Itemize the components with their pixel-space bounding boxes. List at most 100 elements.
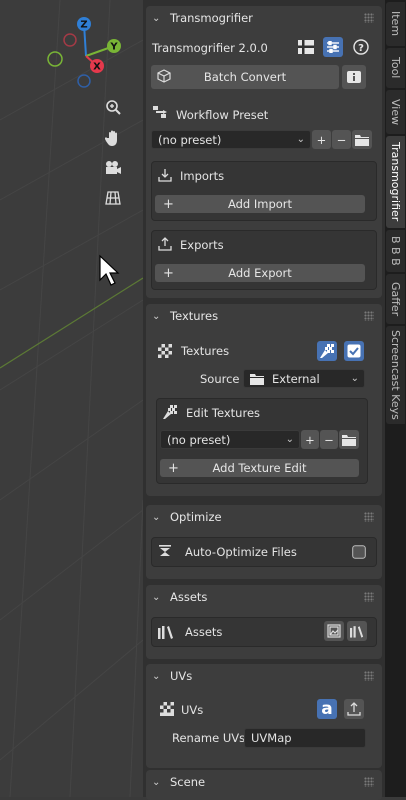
zoom-icon[interactable] [100, 94, 126, 120]
rename-uvs-input[interactable]: UVMap [244, 728, 366, 748]
tab-transmogrifier[interactable]: Transmogrifier [386, 136, 405, 228]
remove-edit-preset-button[interactable]: − [320, 430, 338, 449]
uvs-panel-header[interactable]: ⌄ UVs [146, 664, 382, 688]
transmogrifier-panel: ⌄ Transmogrifier Transmogrifier 2.0.0 ? … [146, 6, 382, 298]
assets-panel: ⌄ Assets Assets [146, 585, 382, 659]
panel-title: Optimize [170, 510, 222, 524]
add-texture-edit-button[interactable]: + Add Texture Edit [160, 459, 359, 477]
plus-icon: + [316, 132, 327, 147]
box-icon [157, 69, 171, 83]
assets-panel-header[interactable]: ⌄ Assets [146, 585, 382, 609]
text-a-icon[interactable]: a [317, 699, 337, 719]
textures-panel: ⌄ Textures Textures Source External ⌄ Ed… [146, 304, 382, 496]
assets-box: Assets [151, 617, 377, 647]
edit-preset-value: (no preset) [167, 432, 231, 447]
upload-icon[interactable] [344, 699, 364, 719]
auto-optimize-box: Auto-Optimize Files [151, 537, 377, 567]
chevron-down-icon: ⌄ [152, 511, 161, 523]
camera-icon[interactable] [100, 155, 126, 181]
asset-library-icon [158, 624, 174, 639]
add-export-button[interactable]: + Add Export [155, 264, 365, 282]
batch-convert-label: Batch Convert [203, 70, 287, 84]
drag-grip-icon[interactable] [364, 592, 374, 602]
grid-icon[interactable] [100, 185, 126, 211]
source-select[interactable]: External ⌄ [243, 369, 365, 388]
uvs-panel: ⌄ UVs UVs a Rename UVs UVMap [146, 664, 382, 768]
rename-uvs-value: UVMap [251, 731, 292, 745]
folder-button[interactable] [352, 130, 372, 149]
folder-icon [342, 434, 356, 446]
drag-grip-icon[interactable] [364, 13, 374, 23]
workflow-icon [153, 106, 169, 120]
texture-brush-icon[interactable] [317, 341, 337, 361]
scene-panel-header[interactable]: ⌄ Scene [146, 770, 382, 794]
export-icon [158, 237, 172, 251]
folder-icon [250, 373, 264, 385]
optimize-icon [159, 545, 171, 557]
tab-view[interactable]: View [386, 90, 405, 134]
sidebar-tabs: Item Tool View Transmogrifier B B B Gaff… [385, 0, 406, 797]
chevron-down-icon: ⌄ [350, 373, 359, 384]
chevron-down-icon: ⌄ [152, 12, 161, 24]
folder-icon [355, 134, 369, 146]
x-axis-line [0, 277, 143, 369]
transmogrifier-panel-header[interactable]: ⌄ Transmogrifier [146, 6, 382, 30]
image-asset-icon[interactable] [324, 621, 344, 641]
edit-textures-preset-select[interactable]: (no preset) ⌄ [160, 430, 300, 449]
textures-label: Textures [181, 344, 230, 358]
workflow-preset-select[interactable]: (no preset) ⌄ [151, 130, 311, 149]
checker-icon [158, 344, 172, 358]
panel-title: Assets [170, 590, 208, 604]
settings-sliders-icon[interactable] [323, 37, 343, 57]
axis-gizmo[interactable]: Z Y X [44, 14, 128, 94]
help-icon[interactable]: ? [351, 37, 371, 57]
panel-title: Transmogrifier [170, 11, 253, 25]
chevron-down-icon: ⌄ [152, 591, 161, 603]
batch-convert-button[interactable]: Batch Convert [151, 65, 339, 89]
edit-textures-box: Edit Textures (no preset) ⌄ + − + Add Te… [156, 398, 368, 484]
tab-gaffer[interactable]: Gaffer [386, 274, 405, 324]
auto-optimize-label: Auto-Optimize Files [185, 545, 297, 559]
3d-viewport[interactable]: Z Y X [0, 0, 143, 797]
asset-library-icon[interactable] [347, 621, 367, 641]
scene-panel: ⌄ Scene [146, 770, 382, 800]
info-button[interactable] [342, 65, 366, 89]
import-icon [158, 168, 172, 182]
hand-icon[interactable] [100, 125, 126, 151]
plus-icon: + [305, 432, 315, 447]
optimize-panel: ⌄ Optimize Auto-Optimize Files [146, 505, 382, 579]
chevron-down-icon: ⌄ [285, 434, 294, 445]
imports-box: Imports + Add Import [151, 161, 377, 221]
tab-tool[interactable]: Tool [386, 48, 405, 88]
optimize-panel-header[interactable]: ⌄ Optimize [146, 505, 382, 529]
add-edit-preset-button[interactable]: + [301, 430, 319, 449]
tab-bbb[interactable]: B B B [386, 230, 405, 272]
auto-optimize-checkbox[interactable] [349, 542, 369, 562]
exports-label: Exports [180, 238, 224, 252]
version-label: Transmogrifier 2.0.0 [152, 41, 268, 55]
uv-checker-icon [160, 702, 174, 716]
add-import-label: Add Import [227, 197, 293, 211]
drag-grip-icon[interactable] [364, 777, 374, 787]
drag-grip-icon[interactable] [364, 512, 374, 522]
add-preset-button[interactable]: + [312, 130, 331, 149]
tab-item[interactable]: Item [386, 2, 405, 46]
add-export-label: Add Export [228, 266, 292, 280]
source-label: Source [200, 372, 240, 386]
remove-preset-button[interactable]: − [332, 130, 351, 149]
drag-grip-icon[interactable] [364, 671, 374, 681]
chevron-down-icon: ⌄ [152, 670, 161, 682]
gizmo-y-label: Y [109, 42, 118, 53]
gizmo-z-label: Z [80, 20, 87, 31]
flag-icon[interactable] [296, 37, 316, 57]
plus-icon: + [168, 460, 179, 476]
panel-title: UVs [170, 669, 193, 683]
chevron-down-icon: ⌄ [152, 776, 161, 788]
textures-checkbox[interactable] [344, 341, 364, 361]
add-import-button[interactable]: + Add Import [155, 195, 365, 213]
tab-screencast-keys[interactable]: Screencast Keys [386, 326, 405, 424]
panel-title: Textures [170, 309, 219, 323]
textures-panel-header[interactable]: ⌄ Textures [146, 304, 382, 328]
drag-grip-icon[interactable] [364, 311, 374, 321]
folder-button[interactable] [339, 430, 359, 449]
